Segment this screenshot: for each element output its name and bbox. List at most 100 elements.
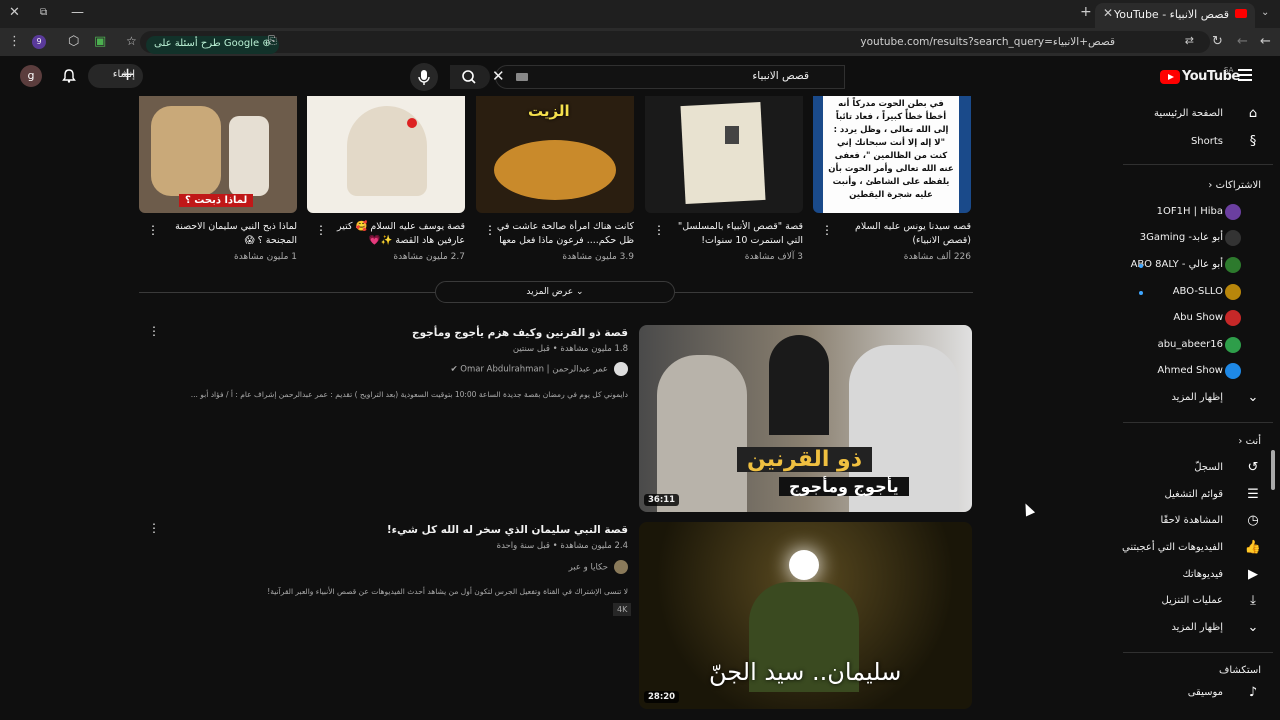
reload-icon[interactable]: ↻ — [1212, 34, 1223, 49]
notifications-bell-icon[interactable] — [62, 69, 76, 83]
video-title[interactable]: قصه سيدنا يونس عليه السلام (قصص الانبياء… — [831, 220, 971, 248]
tab-search-icon[interactable]: ⌄ — [1261, 7, 1269, 18]
channel-link[interactable]: حكايا و عبر — [569, 560, 628, 574]
sidebar-item-playlists[interactable]: ☰ قوائم التشغيل — [1123, 483, 1273, 509]
close-tab-icon[interactable]: ✕ — [1103, 6, 1113, 20]
video-thumbnail[interactable] — [645, 96, 803, 213]
voice-search-button[interactable] — [410, 63, 438, 91]
sidebar-item-history[interactable]: ↺ السجلّ — [1123, 456, 1273, 482]
sidebar-item-watch-later[interactable]: ◷ المشاهدة لاحقًا — [1123, 509, 1273, 535]
create-button[interactable]: إنشاء + — [88, 64, 143, 88]
sidebar-item-your-videos[interactable]: ▶ فيديوهاتك — [1123, 563, 1273, 589]
video-meta: 1 مليون مشاهدة — [233, 252, 297, 262]
extensions-icon[interactable]: ⬡ — [68, 34, 79, 49]
sidebar: ⌂ الصفحة الرئيسية § Shorts الاشتراكات ‹ 1O… — [1118, 96, 1273, 720]
sidebar-item-music[interactable]: ♪ موسيقى — [1123, 681, 1273, 707]
sidebar-show-more[interactable]: ⌄ إظهار المزيد — [1123, 616, 1273, 642]
illustration-image — [407, 118, 417, 128]
sidebar-item-shorts[interactable]: § Shorts — [1123, 130, 1273, 156]
close-window-icon[interactable]: ✕ — [9, 5, 20, 20]
video-thumbnail[interactable]: الزيت — [476, 96, 634, 213]
result-meta: 2.4 مليون مشاهدة • قبل سنة واحدة — [496, 541, 628, 551]
more-actions-icon[interactable]: ⋮ — [653, 223, 665, 237]
result-description: دايموني كل يوم في رمضان بقصة جديدة الساع… — [190, 390, 628, 399]
video-title[interactable]: لماذا ذبح النبي سليمان الاحصنة المجنحة ؟… — [157, 220, 297, 248]
subscriptions-header[interactable]: الاشتراكات ‹ — [1208, 180, 1261, 191]
history-icon: ↺ — [1247, 460, 1259, 475]
video-thumbnail[interactable] — [307, 96, 465, 213]
extension-green-icon[interactable]: ▣ — [94, 34, 106, 49]
music-note-icon: ♪ — [1248, 685, 1258, 700]
video-title[interactable]: كانت هناك امرأة صالحة عاشت في ظل حكم....… — [494, 220, 634, 248]
search-icon — [462, 70, 476, 84]
sidebar-sub-item[interactable]: 1OF1H | Hiba — [1123, 200, 1273, 226]
channel-link[interactable]: عمر عبدالرحمن | Omar Abdulrahman ✔ — [450, 362, 628, 376]
video-title[interactable]: قصة يوسف عليه السلام 🥰 كتير عارفين هاد ا… — [325, 220, 465, 248]
site-settings-icon[interactable]: ⇄ — [1185, 34, 1194, 47]
video-thumbnail[interactable]: في بطن الحوت مدركاً أنه أخطأ خطأً كبيراً… — [813, 96, 971, 213]
thumbnail-text: لماذا ذبحت ؟ — [179, 194, 254, 207]
forward-icon[interactable]: ← — [1237, 34, 1248, 49]
thumbnail-text: في بطن الحوت مدركاً أنه أخطأ خطأً كبيراً… — [823, 96, 959, 213]
sidebar-show-more[interactable]: ⌄ إظهار المزيد — [1123, 386, 1273, 412]
channel-avatar — [1225, 310, 1241, 326]
minimize-window-icon[interactable]: — — [71, 5, 84, 20]
result-title[interactable]: قصة ذو القرنين وكيف هزم يأجوج ومأجوج — [412, 327, 628, 339]
more-actions-icon[interactable]: ⋮ — [821, 223, 833, 237]
sidebar-item-home[interactable]: ⌂ الصفحة الرئيسية — [1123, 102, 1273, 128]
home-icon: ⌂ — [1248, 106, 1258, 121]
thumbnail-text: يأجوج ومأجوج — [779, 477, 909, 496]
light-image — [789, 550, 819, 580]
video-thumbnail[interactable]: لماذا ذبحت ؟ — [139, 96, 297, 213]
omnibox[interactable]: طرح أسئلة على Google ⊕ ☆ ⎘ youtube.com/r… — [126, 31, 1210, 54]
more-actions-icon[interactable]: ⋮ — [148, 521, 160, 535]
more-actions-icon[interactable]: ⋮ — [148, 324, 160, 338]
more-actions-icon[interactable]: ⋮ — [147, 223, 159, 237]
video-title[interactable]: قصة "قصص الأنبياء بالمسلسل" التي استمرت … — [663, 220, 803, 248]
search-input[interactable]: قصص الانبياء ✕ — [492, 65, 845, 89]
video-meta: 3 آلاف مشاهدة — [744, 252, 803, 262]
hamburger-menu-icon[interactable] — [1238, 69, 1252, 81]
clock-icon: ◷ — [1247, 513, 1259, 528]
restore-window-icon[interactable]: ⧉ — [40, 7, 47, 18]
sidebar-item-downloads[interactable]: ⤓ عمليات التنزيل — [1123, 589, 1273, 615]
plus-icon: + — [120, 64, 136, 85]
more-actions-icon[interactable]: ⋮ — [315, 223, 327, 237]
clear-search-icon[interactable]: ✕ — [492, 67, 505, 85]
video-thumbnail[interactable]: ذو القرنين يأجوج ومأجوج 36:11 — [639, 325, 972, 512]
ask-google-pill[interactable]: طرح أسئلة على Google ⊕ — [146, 36, 279, 54]
verified-icon: ✔ — [450, 364, 458, 375]
scrollbar-thumb[interactable] — [1271, 450, 1275, 490]
result-title[interactable]: قصة النبي سليمان الذي سخر له الله كل شيء… — [387, 524, 628, 536]
more-actions-icon[interactable]: ⋮ — [484, 223, 496, 237]
video-thumbnail[interactable]: سليمان.. سيد الجنّ 28:20 — [639, 522, 972, 709]
sidebar-sub-item[interactable]: abu_abeer16 — [1123, 333, 1273, 359]
chevron-down-icon: ⌄ — [1247, 390, 1259, 405]
profile-badge[interactable]: 9 — [32, 35, 46, 49]
channel-avatar — [1225, 363, 1241, 379]
show-more-button[interactable]: عرض المزيد ⌄ — [435, 281, 675, 303]
sidebar-sub-item[interactable]: ABO-SLLO — [1123, 280, 1273, 306]
thumbs-up-icon: 👍 — [1244, 540, 1261, 555]
tab-title: قصص الانبياء - YouTube — [1113, 8, 1229, 21]
search-button[interactable] — [450, 65, 490, 89]
video-meta: 226 ألف مشاهدة — [903, 252, 971, 262]
keyboard-icon[interactable] — [516, 73, 528, 81]
channel-avatar — [1225, 284, 1241, 300]
sidebar-sub-item[interactable]: Abu Show — [1123, 306, 1273, 332]
youtube-logo[interactable]: YouTube SA — [1160, 66, 1240, 86]
more-menu-icon[interactable]: ⋮ — [8, 34, 21, 49]
bookmark-star-icon[interactable]: ☆ — [126, 34, 137, 48]
new-tab-icon[interactable]: + — [1080, 4, 1092, 20]
sidebar-sub-item[interactable]: أبو عالي - ABO 8ALY — [1123, 253, 1273, 279]
install-icon[interactable]: ⎘ — [268, 34, 277, 48]
you-header[interactable]: أنت ‹ — [1238, 436, 1261, 447]
sidebar-sub-item[interactable]: أبو عابد- 3Gaming — [1123, 226, 1273, 252]
sidebar-item-liked[interactable]: 👍 الفيديوهات التي أعجبتني — [1122, 536, 1273, 562]
back-icon[interactable]: ← — [1260, 34, 1271, 49]
avatar[interactable]: g — [20, 65, 42, 87]
sidebar-sub-item[interactable]: Ahmed Show — [1123, 359, 1273, 385]
divider — [1123, 422, 1273, 423]
browser-tab[interactable]: قصص الانبياء - YouTube ✕ — [1095, 3, 1255, 28]
new-content-dot — [1139, 264, 1143, 268]
